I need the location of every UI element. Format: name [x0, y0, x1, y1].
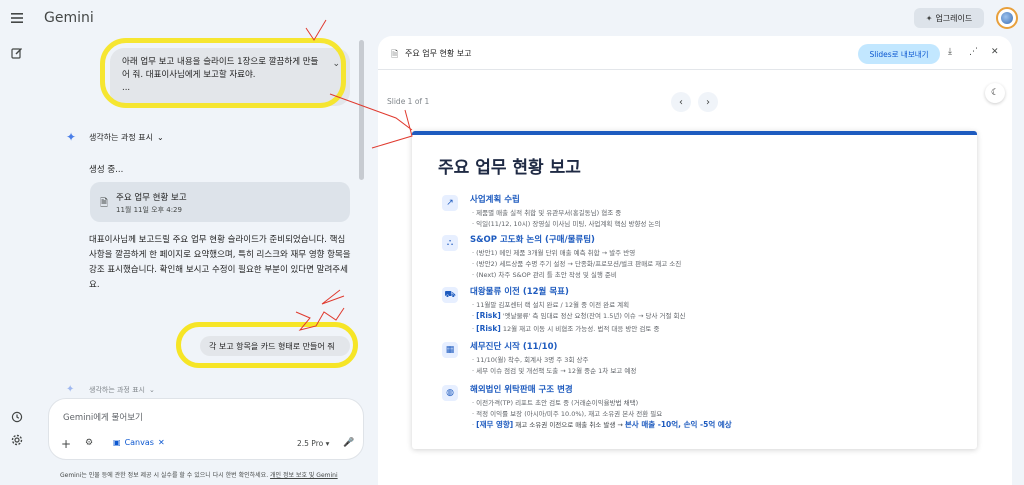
canvas-header: 🗎 주요 업무 현황 보고 Slides로 내보내기 ⤓ ⋰ ✕ — [378, 36, 1012, 70]
privacy-link[interactable]: 개인 정보 보호 및 Gemini — [270, 472, 338, 479]
section-line: · (방안1) 메인 제품 3개월 단위 매출 예측 취합 → 발주 반영 — [472, 249, 636, 257]
share-icon[interactable]: ⋰ — [969, 47, 978, 57]
finance-emphasis: 본사 매출 -10억, 손익 -5억 예상 — [624, 420, 732, 429]
risk-line: · [Risk] '엣날물류' 측 임대료 정산 요청(잔여 1.5년) 이슈 … — [472, 311, 686, 320]
thinking-toggle-2[interactable]: 생각하는 과정 표시 ⌄ — [89, 385, 155, 395]
risk-label: [Risk] — [476, 324, 501, 333]
thinking-toggle[interactable]: 생각하는 과정 표시 ⌄ — [89, 132, 164, 143]
add-icon[interactable]: + — [61, 437, 71, 451]
previous-slide-button[interactable]: ‹ — [671, 92, 691, 112]
model-label: 2.5 Pro — [297, 439, 324, 448]
document-card-date: 11월 11일 오후 4:29 — [116, 206, 182, 214]
risk-text: '엣날물류' 측 임대료 정산 요청(잔여 1.5년) 이슈 → 당사 거절 회… — [500, 312, 686, 320]
upgrade-button[interactable]: ✦ 업그레이드 — [914, 8, 984, 28]
disclaimer-text: Gemini는 인물 등에 관한 정보 제공 시 실수를 할 수 있으니 다시 … — [60, 472, 269, 479]
thinking-label: 생각하는 과정 표시 — [89, 133, 153, 142]
account-avatar[interactable] — [996, 7, 1018, 29]
document-icon: 🗎 — [391, 50, 399, 60]
section-line: · 익일(11/12, 10시) 장영실 이사님 미팅, 사업계획 핵심 방향성… — [472, 220, 661, 228]
globe-icon: ◍ — [442, 385, 458, 401]
calculator-icon: ▦ — [442, 342, 458, 358]
model-selector[interactable]: 2.5 Pro ▾ — [297, 439, 329, 448]
history-icon[interactable] — [10, 410, 24, 424]
risk-label: [Risk] — [476, 311, 501, 320]
finance-impact-line: · [재무 영향] 재고 소유권 이전으로 매출 취소 발생 → 본사 매출 -… — [472, 420, 732, 429]
document-card[interactable]: 🗎 주요 업무 현황 보고 11월 11일 오후 4:29 — [90, 182, 350, 222]
risk-line: · [Risk] 12월 재고 이동 시 비협조 가능성. 법적 대응 방안 검… — [472, 324, 660, 333]
section-line: · (Next) 차주 S&OP 관리 틀 초안 작성 및 실행 준비 — [472, 271, 617, 279]
tools-icon[interactable]: ⚙ — [85, 438, 93, 448]
slide-count: Slide 1 of 1 — [387, 97, 430, 106]
close-icon[interactable]: ✕ — [158, 438, 165, 447]
yellow-highlight-annotation-2 — [176, 322, 358, 368]
microphone-icon[interactable]: 🎤 — [343, 438, 354, 448]
gemini-star-icon-2: ✦ — [66, 384, 75, 395]
export-to-slides-button[interactable]: Slides로 내보내기 — [858, 44, 940, 64]
close-panel-icon[interactable]: ✕ — [991, 47, 999, 57]
canvas-panel: 🗎 주요 업무 현황 보고 Slides로 내보내기 ⤓ ⋰ ✕ Slide 1… — [378, 36, 1012, 485]
settings-gear-icon[interactable] — [10, 433, 24, 447]
document-icon: 🗎 — [100, 198, 109, 209]
trend-chart-icon: ↗ — [442, 195, 458, 211]
section-title: 세무진단 시작 (11/10) — [470, 342, 558, 352]
section-title: 대왕물류 이전 (12월 목표) — [470, 287, 569, 297]
finance-text: 재고 소유권 이전으로 매출 취소 발생 → — [513, 421, 625, 429]
yellow-highlight-annotation — [100, 38, 346, 108]
chevron-down-icon: ⌄ — [156, 133, 164, 142]
section-line: · 제품별 매출 실적 취합 및 유관부서(홍길동님) 협조 중 — [472, 209, 622, 217]
section-line: · 이전가격(TP) 리포트 초안 검토 중 (거래순이익율방법 채택) — [472, 399, 639, 407]
section-title: 해외법인 위탁판매 구조 변경 — [470, 385, 573, 395]
section-title: S&OP 고도화 논의 (구매/물류팀) — [470, 235, 595, 245]
document-card-title: 주요 업무 현황 보고 — [116, 193, 187, 203]
section-line: · 세무 이슈 점검 및 개선책 도출 → 12월 중순 1차 보고 예정 — [472, 367, 637, 375]
risk-text: 12월 재고 이동 시 비협조 가능성. 법적 대응 방안 검토 중 — [500, 325, 660, 333]
canvas-title: 주요 업무 현황 보고 — [405, 49, 472, 58]
upgrade-label: 업그레이드 — [935, 13, 973, 23]
slide-preview: 주요 업무 현황 보고 ↗ 사업계획 수립 · 제품별 매출 실적 취합 및 유… — [412, 131, 977, 449]
section-line: · (방안2) 세트상품 수명 주기 설정 → 단종화/프로모션/벌크 판매로 … — [472, 260, 682, 268]
dark-mode-icon[interactable]: ☾ — [985, 83, 1005, 103]
network-icon: ⛬ — [442, 235, 458, 251]
section-line: · 11월말 김포센터 랙 설치 완료 / 12월 중 이전 완료 계획 — [472, 301, 630, 309]
section-line: · 적정 이익률 보장 (아시아/미주 10.0%), 재고 소유권 본사 전환… — [472, 410, 663, 418]
generating-status: 생성 중... — [89, 165, 124, 175]
sparkle-icon: ✦ — [925, 13, 933, 23]
download-icon[interactable]: ⤓ — [948, 47, 952, 57]
canvas-icon: ▣ — [113, 438, 121, 447]
prompt-input-box[interactable]: Gemini에게 물어보기 + ⚙ ▣ Canvas ✕ 2.5 Pro ▾ 🎤 — [48, 398, 364, 460]
chat-scrollbar[interactable] — [359, 40, 364, 180]
canvas-label: Canvas — [124, 438, 154, 447]
thinking-label-2: 생각하는 과정 표시 — [89, 386, 145, 394]
assistant-answer: 대표이사님께 보고드릴 주요 업무 현황 슬라이드가 준비되었습니다. 핵심 사… — [89, 235, 351, 290]
menu-icon[interactable] — [10, 11, 24, 25]
next-slide-button[interactable]: › — [698, 92, 718, 112]
slide-title: 주요 업무 현황 보고 — [438, 158, 581, 178]
canvas-chip[interactable]: ▣ Canvas ✕ — [113, 438, 165, 447]
gemini-star-icon: ✦ — [66, 130, 77, 144]
finance-label: [재무 영향] — [476, 420, 514, 429]
prompt-input-placeholder[interactable]: Gemini에게 물어보기 — [63, 411, 143, 423]
left-rail — [0, 0, 34, 485]
app-title[interactable]: Gemini — [44, 10, 94, 26]
disclaimer: Gemini는 인물 등에 관한 정보 제공 시 실수를 할 수 있으니 다시 … — [60, 470, 338, 479]
truck-icon: ⛟ — [442, 287, 458, 303]
section-line: · 11/10(월) 착수, 회계사 3명 주 3회 상주 — [472, 356, 589, 364]
new-chat-icon[interactable] — [10, 46, 24, 60]
chevron-down-icon-2: ⌄ — [148, 386, 155, 394]
section-title: 사업계획 수립 — [470, 195, 520, 205]
